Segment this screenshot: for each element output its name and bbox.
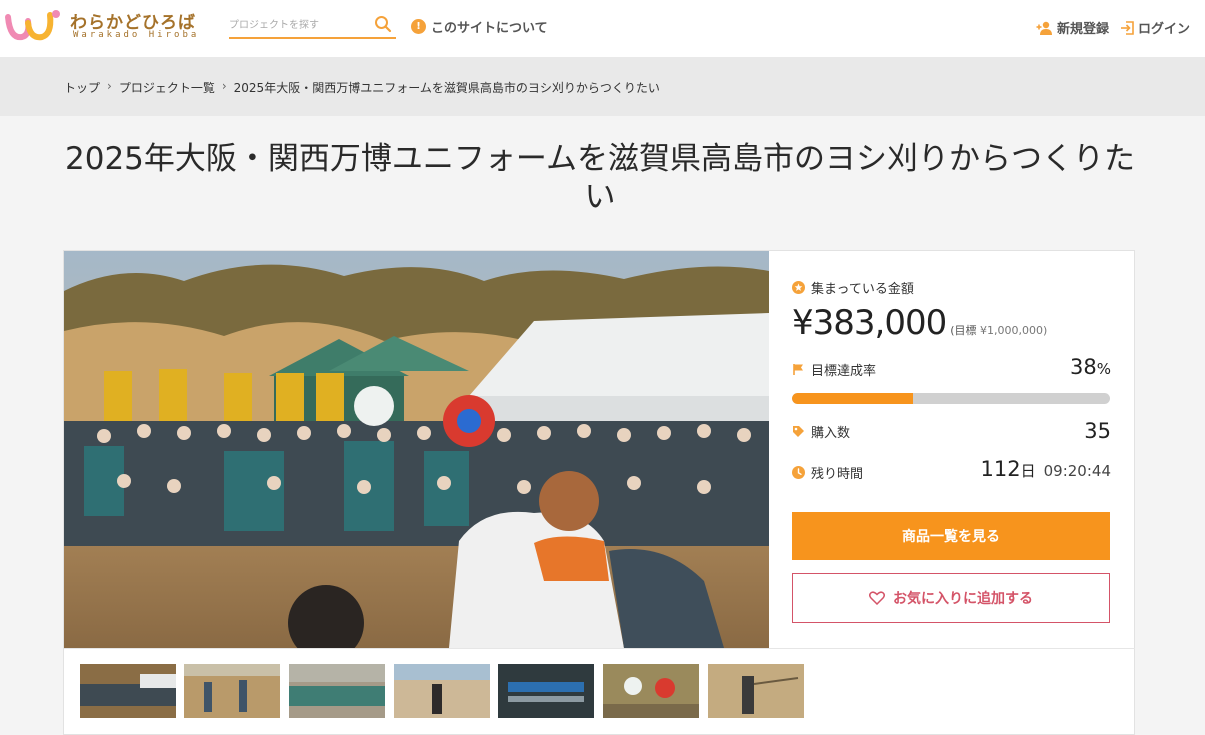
project-main-image [64,251,769,648]
achievement-progress-bar [792,393,1110,404]
breadcrumb-separator: › [221,79,227,93]
remaining-value: 112日 09:20:44 [981,457,1111,481]
clock-icon [792,466,805,479]
achievement-progress-fill [792,393,913,404]
goal-prefix: (目標 [950,324,977,337]
login-link[interactable]: ログイン [1120,18,1190,37]
about-site-label: このサイトについて [431,21,548,36]
breadcrumb-current: 2025年大阪・関西万博ユニフォームを滋賀県高島市のヨシ刈りからつくりたい [233,81,660,95]
page-title: 2025年大阪・関西万博ユニフォームを滋賀県高島市のヨシ刈りからつくりたい [65,141,1135,215]
site-header: わらかどひろば Warakado Hiroba ! このサイトについて 新規登録… [0,0,1205,57]
thumbnail-2[interactable] [184,664,280,718]
flag-icon [793,364,803,375]
star-badge-icon [792,281,805,294]
achievement-value: 38% [1070,355,1111,379]
login-label: ログイン [1138,22,1191,37]
logo-subtext: Warakado Hiroba [73,30,200,40]
breadcrumb: トップ › プロジェクト一覧 › 2025年大阪・関西万博ユニフォームを滋賀県高… [64,79,660,96]
search-icon[interactable] [374,15,392,33]
add-user-icon [1036,21,1052,35]
purchases-label: 購入数 [811,426,851,441]
raised-label: 集まっている金額 [811,282,914,297]
goal-amount-row: (目標 ¥1,000,000) [950,324,1047,337]
info-icon: ! [411,19,426,34]
register-link[interactable]: 新規登録 [1036,18,1109,37]
thumbnail-7[interactable] [708,664,804,718]
breadcrumb-separator: › [107,79,112,93]
search-input[interactable] [229,14,364,36]
remaining-days: 112 [980,457,1021,481]
achievement-number: 38 [1070,355,1097,379]
goal-amount: ¥1,000,000) [980,324,1048,337]
achievement-label-row: 目標達成率 [792,360,876,379]
about-site-link[interactable]: ! このサイトについて [411,17,548,36]
breadcrumb-bar: トップ › プロジェクト一覧 › 2025年大阪・関西万博ユニフォームを滋賀県高… [0,57,1205,116]
thumbnail-6[interactable] [603,664,699,718]
register-label: 新規登録 [1057,22,1110,37]
view-products-label: 商品一覧を見る [902,529,1000,545]
thumbnail-strip [64,648,1135,735]
project-card: 集まっている金額 ¥383,000 (目標 ¥1,000,000) 目標達成率 3… [63,250,1135,735]
search-box [229,12,396,39]
raised-label-row: 集まっている金額 [792,278,914,297]
achievement-label: 目標達成率 [811,364,877,379]
add-favorite-label: お気に入りに追加する [893,591,1033,607]
purchases-value: 35 [1084,419,1111,443]
remaining-time: 09:20:44 [1043,462,1111,480]
thumbnail-3[interactable] [289,664,385,718]
hero-photo [64,251,769,648]
add-favorite-button[interactable]: お気に入りに追加する [792,573,1110,623]
breadcrumb-project-list[interactable]: プロジェクト一覧 [119,79,215,96]
remaining-label-row: 残り時間 [792,463,863,482]
logo-mark-icon [5,10,60,41]
raised-amount-row: ¥383,000 (目標 ¥1,000,000) [792,303,1047,343]
login-icon [1121,20,1134,35]
purchases-label-row: 購入数 [792,422,850,441]
remaining-label: 残り時間 [811,467,864,482]
view-products-button[interactable]: 商品一覧を見る [792,512,1110,560]
thumbnail-1[interactable] [80,664,176,718]
thumbnail-4[interactable] [394,664,490,718]
raised-amount: ¥383,000 [792,303,947,343]
achievement-unit: % [1096,360,1111,378]
funding-panel: 集まっている金額 ¥383,000 (目標 ¥1,000,000) 目標達成率 3… [769,251,1135,648]
breadcrumb-top[interactable]: トップ [64,79,100,96]
remaining-days-unit: 日 [1020,462,1036,480]
heart-icon [869,591,885,605]
tag-icon [793,426,804,437]
thumbnail-5[interactable] [498,664,594,718]
site-logo[interactable]: わらかどひろば Warakado Hiroba [4,7,199,43]
